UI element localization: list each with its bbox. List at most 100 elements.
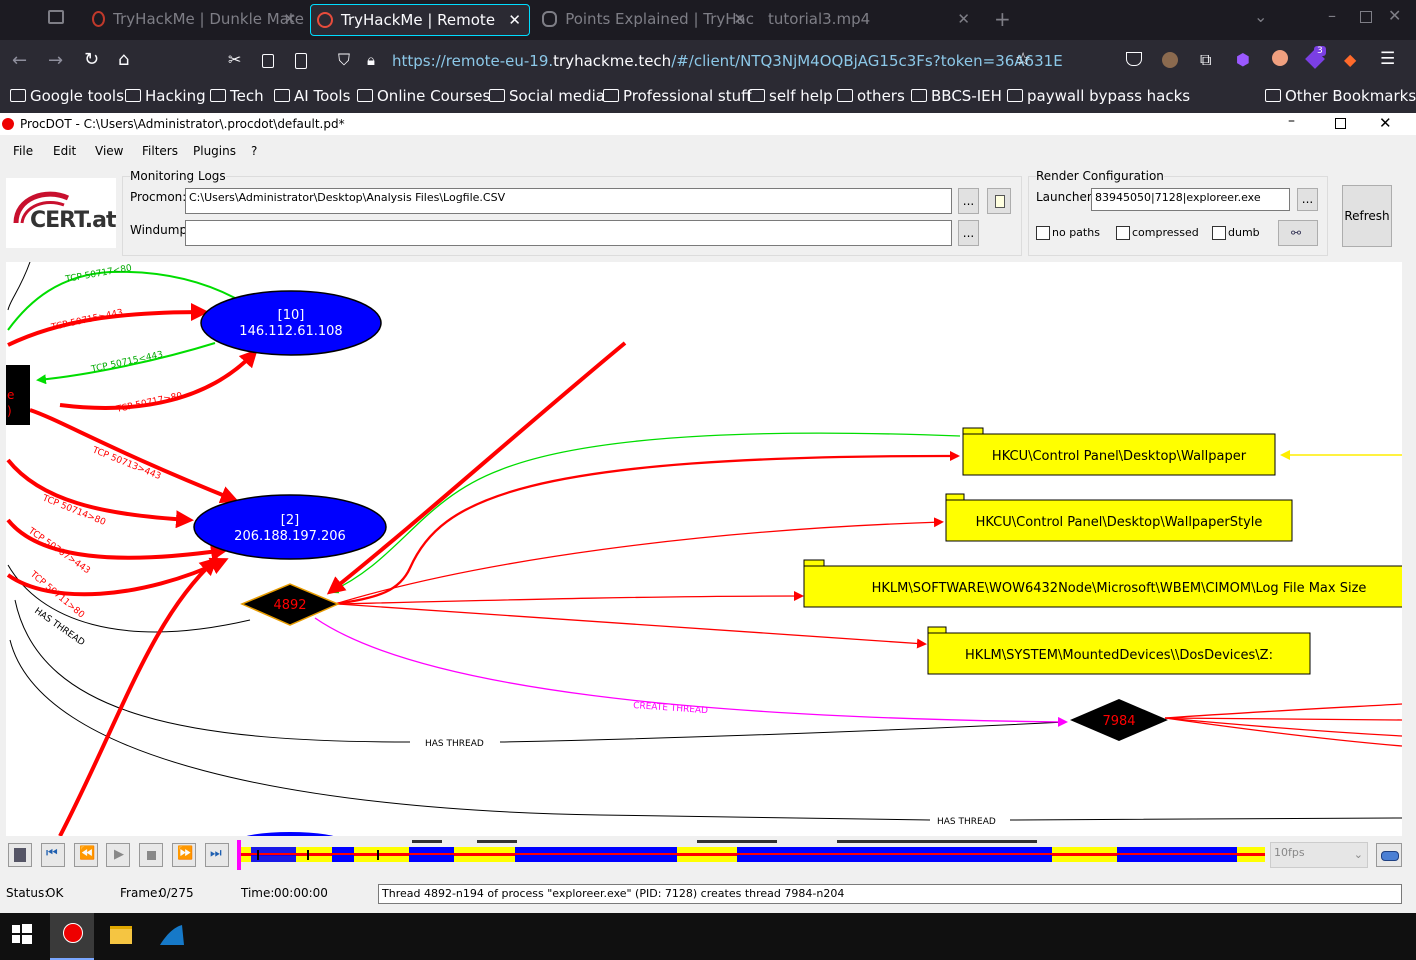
registry-node[interactable]: HKLM\SYSTEM\MountedDevices\\DosDevices\Z…	[927, 626, 1311, 675]
record-icon	[63, 923, 83, 943]
forward-icon[interactable]: →	[48, 50, 63, 71]
pocket-icon[interactable]	[1126, 52, 1142, 66]
menu-view[interactable]: View	[95, 144, 123, 158]
browser-tab[interactable]: tutorial3.mp4 ✕	[760, 4, 978, 34]
menu-filters[interactable]: Filters	[142, 144, 178, 158]
last-frame-button[interactable]: ⏭	[205, 843, 229, 867]
process-node-label: )	[7, 404, 12, 418]
bookmark-folder[interactable]: Social media	[489, 87, 605, 105]
browser-tab[interactable]: TryHackMe | Dunkle Mate ✕	[86, 4, 304, 34]
shield-icon[interactable]: ⛉	[338, 50, 350, 70]
menu-edit[interactable]: Edit	[53, 144, 76, 158]
copy-icon[interactable]	[262, 54, 274, 68]
wireshark-icon[interactable]	[160, 923, 184, 947]
minimize-icon[interactable]: –	[1328, 6, 1336, 25]
bookmark-label: Social media	[509, 87, 605, 105]
bookmark-folder[interactable]: paywall bypass hacks	[1007, 87, 1190, 105]
bookmark-folder[interactable]: Google tools	[10, 87, 124, 105]
bookmark-folder[interactable]: Professional stuff	[603, 87, 751, 105]
face-extension-icon[interactable]	[1272, 50, 1288, 66]
bookmark-folder[interactable]: BBCS-IEH	[911, 87, 1002, 105]
tab-overview-icon[interactable]	[48, 10, 64, 24]
procmon-path-field[interactable]: C:\Users\Administrator\Desktop\Analysis …	[185, 188, 952, 214]
url-bar[interactable]: https://remote-eu-19.tryhackme.tech/#/cl…	[392, 52, 1063, 70]
extensions-icon[interactable]: ⧉	[1200, 50, 1211, 70]
fox-extension-icon[interactable]: ◆	[1344, 50, 1356, 69]
back-icon[interactable]: ←	[12, 50, 27, 71]
app-close-icon[interactable]: ✕	[1379, 114, 1392, 132]
clipboard-icon[interactable]	[295, 53, 307, 69]
bookmark-folder[interactable]: Online Courses	[357, 87, 490, 105]
registry-node[interactable]: HKLM\SOFTWARE\WOW6432Node\Microsoft\WBEM…	[803, 559, 1402, 608]
bookmark-folder[interactable]: self help	[749, 87, 833, 105]
edge-labels: TCP 50717<80 TCP 50715>443 TCP 50715<443…	[25, 263, 995, 827]
scissors-icon[interactable]: ✂	[228, 50, 241, 69]
app-restore-icon[interactable]	[1335, 118, 1346, 129]
previous-frame-button[interactable]: ⏪	[74, 843, 98, 867]
thread-node-4892[interactable]: 4892	[240, 583, 340, 626]
profile-avatar[interactable]	[1162, 52, 1178, 68]
bookmark-folder[interactable]: Tech	[210, 87, 264, 105]
lock-icon[interactable]: 🔒︎	[367, 51, 375, 69]
registry-node[interactable]: HKCU\Control Panel\Desktop\WallpaperStyl…	[945, 493, 1293, 542]
close-icon[interactable]: ✕	[957, 10, 970, 28]
toggle-button[interactable]	[1376, 843, 1402, 867]
hexagon-extension-icon[interactable]: ⬢	[1236, 50, 1250, 69]
file-explorer-icon[interactable]	[110, 926, 132, 944]
ip-node-partial[interactable]	[240, 832, 340, 836]
browser-tab[interactable]: Points Explained | TryHac ✕	[536, 4, 754, 34]
bookmark-folder[interactable]: Hacking	[125, 87, 206, 105]
graph-svg[interactable]: e ) TCP 50717<80 TCP 50715>443 TCP 50715…	[6, 262, 1402, 836]
stop-button[interactable]	[139, 843, 163, 867]
play-button[interactable]: ▶	[106, 843, 130, 867]
graph-layout-button[interactable]: ⚯	[1278, 220, 1318, 246]
close-icon[interactable]: ✕	[283, 10, 296, 28]
no-paths-checkbox[interactable]	[1036, 226, 1050, 240]
other-bookmarks[interactable]: Other Bookmarks	[1265, 87, 1416, 105]
reload-icon[interactable]: ↻	[84, 49, 99, 70]
folder-icon	[603, 89, 619, 102]
ip-node-10[interactable]: [10] 146.112.61.108	[200, 290, 382, 356]
dumb-checkbox[interactable]	[1212, 226, 1226, 240]
bookmark-folder[interactable]: others	[837, 87, 905, 105]
dumb-label: dumb	[1228, 226, 1260, 239]
browser-tab-active[interactable]: TryHackMe | Remote ✕	[310, 4, 530, 36]
procmon-browse-button[interactable]: ...	[958, 188, 979, 214]
compressed-checkbox[interactable]	[1116, 226, 1130, 240]
bookmark-label: Hacking	[145, 87, 206, 105]
launcher-field[interactable]: 83945050|7128|exploreer.exe	[1091, 188, 1290, 211]
close-window-icon[interactable]: ✕	[1388, 6, 1401, 25]
windows-start-icon[interactable]	[12, 924, 32, 944]
home-icon[interactable]: ⌂	[118, 49, 129, 70]
thread-node-7984[interactable]: 7984	[1070, 699, 1168, 741]
windump-browse-button[interactable]: ...	[958, 220, 979, 246]
close-icon[interactable]: ✕	[733, 10, 746, 28]
folder-icon	[10, 89, 26, 102]
tab-list-chevron-down-icon[interactable]: ⌄	[1254, 7, 1267, 26]
menu-plugins[interactable]: Plugins	[193, 144, 236, 158]
folder-icon	[489, 89, 505, 102]
registry-key: HKCU\Control Panel\Desktop\WallpaperStyl…	[976, 515, 1263, 530]
registry-node[interactable]: HKCU\Control Panel\Desktop\Wallpaper	[962, 427, 1276, 476]
procmon-options-button[interactable]	[987, 188, 1011, 214]
menu-help[interactable]: ?	[251, 144, 257, 158]
next-frame-button[interactable]: ⏩	[172, 843, 196, 867]
menu-file[interactable]: File	[13, 144, 33, 158]
bookmark-folder[interactable]: AI Tools	[274, 87, 350, 105]
refresh-button[interactable]: Refresh	[1342, 185, 1392, 247]
windump-path-field[interactable]	[185, 220, 952, 246]
new-tab-icon[interactable]: +	[994, 7, 1011, 31]
first-frame-button[interactable]: ⏮	[41, 843, 65, 867]
timeline-track[interactable]	[237, 840, 1265, 870]
procdot-taskbar-icon[interactable]	[50, 913, 94, 960]
close-icon[interactable]: ✕	[508, 11, 521, 29]
app-minimize-icon[interactable]: –	[1288, 113, 1295, 129]
maximize-icon[interactable]	[1360, 11, 1372, 23]
film-button[interactable]	[8, 843, 32, 867]
graph-canvas[interactable]: e ) TCP 50717<80 TCP 50715>443 TCP 50715…	[6, 262, 1402, 836]
launcher-browse-button[interactable]: ...	[1297, 188, 1318, 211]
ip-node-2[interactable]: [2] 206.188.197.206	[193, 494, 387, 560]
bookmark-star-icon[interactable]: ☆	[1015, 49, 1031, 70]
fps-select[interactable]: 10fps ⌄	[1270, 842, 1368, 868]
hamburger-menu-icon[interactable]: ☰	[1380, 49, 1395, 69]
